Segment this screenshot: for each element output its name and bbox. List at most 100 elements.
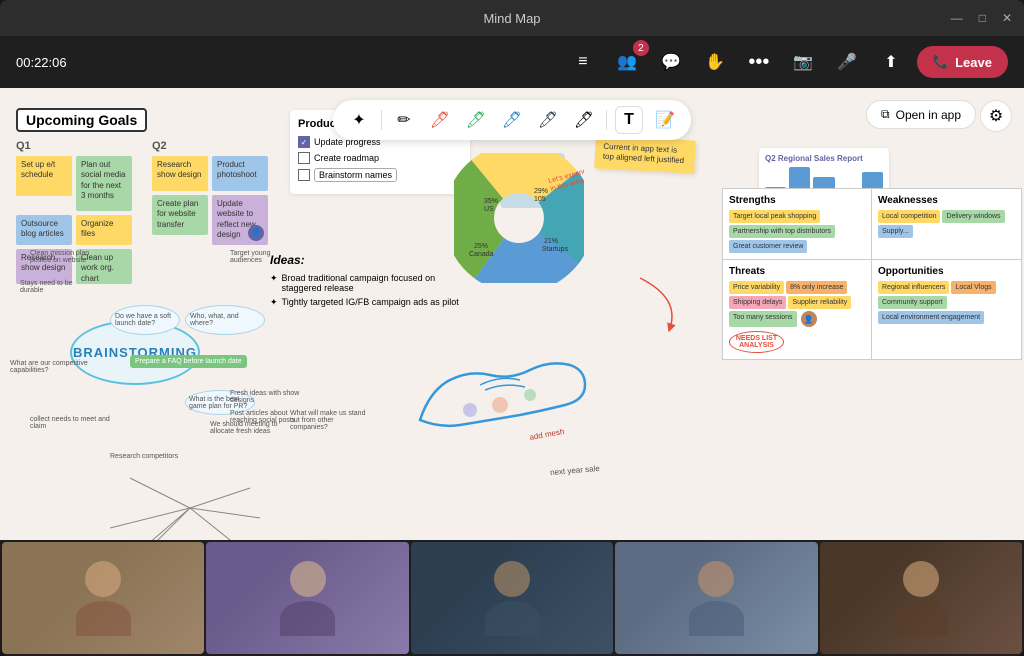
task-item: Brainstorm names bbox=[298, 168, 462, 182]
highlighter-tool[interactable]: 🖊 bbox=[570, 106, 598, 134]
swot-sticky[interactable]: Price variability bbox=[729, 281, 784, 294]
strengths-cell: Strengths Target local peak shopping Par… bbox=[723, 189, 872, 260]
swot-sticky[interactable]: Partnership with top distributors bbox=[729, 225, 835, 238]
minimize-btn[interactable]: — bbox=[951, 11, 963, 25]
task-label: Brainstorm names bbox=[314, 168, 397, 182]
threats-title: Threats bbox=[729, 266, 865, 277]
swot-sticky[interactable]: 8% only increase bbox=[786, 281, 847, 294]
window-title: Mind Map bbox=[483, 11, 540, 26]
maximize-btn[interactable]: □ bbox=[979, 11, 986, 25]
weaknesses-cell: Weaknesses Local competition Delivery wi… bbox=[872, 189, 1021, 260]
swot-sticky[interactable]: Delivery windows bbox=[942, 210, 1004, 223]
note-card[interactable]: Current in app text is top aligned left … bbox=[594, 135, 696, 173]
participant-bg bbox=[411, 542, 613, 654]
participant-video bbox=[206, 542, 408, 654]
raise-hand-btn[interactable]: ✋ bbox=[697, 44, 733, 80]
swot-sticky[interactable]: Local environment engagement bbox=[878, 311, 984, 324]
ideas-section: Ideas: ✦ Broad traditional campaign focu… bbox=[270, 253, 470, 312]
sticky-note[interactable]: Set up e/t schedule bbox=[16, 156, 72, 196]
avatar: 👤 bbox=[801, 311, 817, 327]
participant-video bbox=[615, 542, 817, 654]
sticky-note[interactable]: Product photoshoot bbox=[212, 156, 268, 191]
swot-sticky[interactable]: Regional influencers bbox=[878, 281, 949, 294]
brainstorming-section: BRAINSTORMING Do we have a soft launch d… bbox=[50, 300, 280, 420]
main-area: ✦ ✏ 🖊 🖊 🖊 🖊 🖊 T 📝 ⧉ Open in app ⚙ bbox=[0, 88, 1024, 656]
pen-dark-tool[interactable]: 🖊 bbox=[534, 106, 562, 134]
participant-video bbox=[820, 542, 1022, 654]
svg-text:21%: 21% bbox=[544, 238, 558, 245]
shoe-sketch: add mesh next year sale bbox=[400, 310, 600, 460]
swot-sticky[interactable]: Too many sessions bbox=[729, 311, 797, 327]
task-checkbox[interactable] bbox=[298, 152, 310, 164]
participants-bar bbox=[0, 540, 1024, 656]
phone-icon: 📞 bbox=[933, 54, 949, 70]
ideas-title: Ideas: bbox=[270, 253, 470, 267]
swot-sticky[interactable]: Target local peak shopping bbox=[729, 210, 820, 223]
participant-bg bbox=[820, 542, 1022, 654]
sticky-note[interactable]: Organize files bbox=[76, 215, 132, 245]
sticky-note[interactable]: Research show design bbox=[152, 156, 208, 191]
participants-badge: 2 bbox=[633, 40, 649, 56]
swot-sticky[interactable]: Shipping delays bbox=[729, 296, 786, 309]
title-bar: Mind Map — □ ✕ bbox=[0, 0, 1024, 36]
select-tool[interactable]: ✦ bbox=[345, 106, 373, 134]
swot-analysis: Strengths Target local peak shopping Par… bbox=[722, 188, 1022, 360]
app-window: Mind Map — □ ✕ 00:22:06 ≡ 👥 2 💬 ✋ ••• 📷 … bbox=[0, 0, 1024, 656]
mic-btn[interactable]: 🎤 bbox=[829, 44, 865, 80]
svg-text:105: 105 bbox=[534, 196, 546, 203]
swot-sticky[interactable]: Great customer review bbox=[729, 240, 807, 253]
whiteboard[interactable]: ✦ ✏ 🖊 🖊 🖊 🖊 🖊 T 📝 ⧉ Open in app ⚙ bbox=[0, 88, 1024, 540]
swot-sticky[interactable]: Supply... bbox=[878, 225, 913, 238]
toolbar-separator bbox=[381, 110, 382, 130]
strengths-items: Target local peak shopping Partnership w… bbox=[729, 210, 865, 253]
swot-sticky[interactable]: Local Vlogs bbox=[951, 281, 995, 294]
leave-label: Leave bbox=[955, 55, 992, 70]
task-checkbox[interactable]: ✓ bbox=[298, 136, 310, 148]
meeting-bar: 00:22:06 ≡ 👥 2 💬 ✋ ••• 📷 🎤 ⬆ 📞 Leave bbox=[0, 36, 1024, 88]
more-options-btn[interactable]: ••• bbox=[741, 44, 777, 80]
pen-red-tool[interactable]: 🖊 bbox=[426, 106, 454, 134]
q1-stickies: Set up e/t schedule Plan out social medi… bbox=[16, 156, 140, 284]
external-link-icon: ⧉ bbox=[881, 107, 890, 122]
meeting-timer: 00:22:06 bbox=[16, 55, 67, 70]
svg-text:add mesh: add mesh bbox=[529, 427, 565, 442]
task-checkbox[interactable] bbox=[298, 169, 310, 181]
swot-sticky[interactable]: Supplier reliability bbox=[788, 296, 851, 309]
camera-btn[interactable]: 📷 bbox=[785, 44, 821, 80]
leave-button[interactable]: 📞 Leave bbox=[917, 46, 1008, 78]
participant-video bbox=[411, 542, 613, 654]
svg-text:Startups: Startups bbox=[542, 246, 569, 253]
opportunities-title: Opportunities bbox=[878, 266, 1015, 277]
sticky-note[interactable]: Update website to reflect new design 👤 bbox=[212, 195, 268, 245]
pen-blue-tool[interactable]: 🖊 bbox=[498, 106, 526, 134]
participants-list-btn[interactable]: ≡ bbox=[565, 44, 601, 80]
star-icon: ✦ bbox=[270, 273, 278, 284]
close-btn[interactable]: ✕ bbox=[1002, 11, 1012, 25]
meeting-controls: ≡ 👥 2 💬 ✋ ••• 📷 🎤 ⬆ 📞 Leave bbox=[565, 44, 1008, 80]
chat-btn[interactable]: 💬 bbox=[653, 44, 689, 80]
window-controls: — □ ✕ bbox=[951, 11, 1012, 25]
q2-label: Q2 bbox=[152, 140, 276, 152]
sticky-tool[interactable]: 📝 bbox=[651, 106, 679, 134]
sticky-note[interactable]: Create plan for website transfer bbox=[152, 195, 208, 235]
needs-analysis-note: NEEDS LIST ANALYSIS bbox=[729, 331, 784, 353]
idea-text: Tightly targeted IG/FB campaign ads as p… bbox=[282, 297, 459, 307]
q1-label: Q1 bbox=[16, 140, 140, 152]
open-in-app-button[interactable]: ⧉ Open in app bbox=[866, 100, 976, 129]
pen-green-tool[interactable]: 🖊 bbox=[462, 106, 490, 134]
sticky-note[interactable]: Outsource blog articles bbox=[16, 215, 72, 245]
pencil-tool[interactable]: ✏ bbox=[390, 106, 418, 134]
share-btn[interactable]: ⬆ bbox=[873, 44, 909, 80]
svg-text:Canada: Canada bbox=[469, 251, 494, 258]
svg-text:35%: 35% bbox=[484, 198, 498, 205]
swot-sticky[interactable]: Local competition bbox=[878, 210, 940, 223]
text-tool[interactable]: T bbox=[615, 106, 643, 134]
sticky-note[interactable]: Plan out social media for the next 3 mon… bbox=[76, 156, 132, 211]
threats-cell: Threats Price variability 8% only increa… bbox=[723, 260, 872, 359]
upcoming-goals-title: Upcoming Goals bbox=[16, 108, 147, 132]
swot-sticky[interactable]: Community support bbox=[878, 296, 947, 309]
shoe-label: next year sale bbox=[550, 464, 600, 477]
whiteboard-settings-btn[interactable]: ⚙ bbox=[980, 100, 1012, 132]
drawing-toolbar: ✦ ✏ 🖊 🖊 🖊 🖊 🖊 T 📝 bbox=[333, 100, 691, 140]
opportunities-cell: Opportunities Regional influencers Local… bbox=[872, 260, 1021, 359]
